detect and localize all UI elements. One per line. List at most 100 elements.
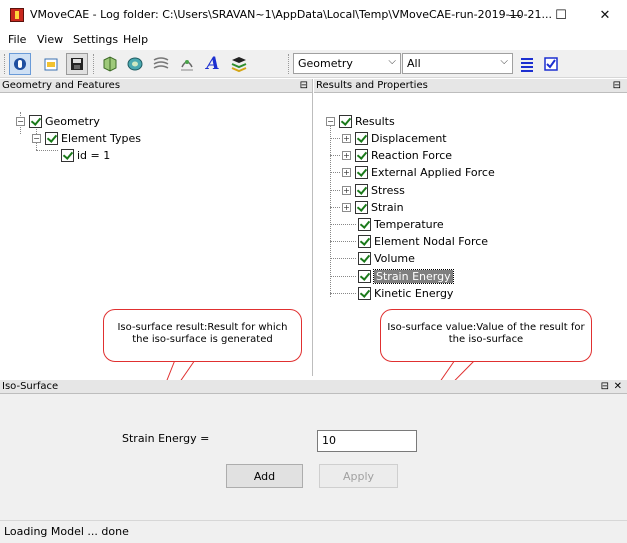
menu-view[interactable]: View	[37, 33, 63, 46]
restore-panel-icon[interactable]: ⊟	[601, 380, 609, 394]
tree-item-result[interactable]: Strain Energy	[358, 268, 454, 284]
tree-item-geometry[interactable]: − Geometry	[16, 113, 100, 129]
tree-item-label: Kinetic Energy	[374, 286, 454, 300]
geometry-panel: Geometry and Features ⊟ − Geometry − Ele…	[0, 79, 313, 376]
save-icon[interactable]	[66, 53, 88, 75]
tree-item-label: Element Nodal Force	[374, 234, 489, 248]
tree-item-results[interactable]: − Results	[326, 113, 395, 129]
tree-item-result[interactable]: + Reaction Force	[342, 147, 452, 163]
minimize-button[interactable]: —	[493, 0, 537, 30]
tree-item-id-1[interactable]: id = 1	[61, 147, 110, 163]
geometry-checkbox[interactable]	[29, 114, 42, 128]
close-panel-icon[interactable]: ✕	[614, 380, 622, 394]
result-checkbox[interactable]	[355, 183, 368, 197]
tree-item-result[interactable]: Temperature	[358, 216, 444, 232]
tree-item-result[interactable]: Element Nodal Force	[358, 233, 488, 249]
add-button[interactable]: Add	[226, 464, 303, 488]
expand-icon[interactable]: +	[342, 133, 351, 143]
expand-icon[interactable]: +	[342, 202, 351, 212]
window-title: VMoveCAE - Log folder: C:\Users\SRAVAN~1…	[30, 8, 553, 21]
collapse-icon[interactable]: −	[32, 133, 41, 143]
results-panel-title: Results and Properties	[316, 80, 428, 91]
menu-file[interactable]: File	[8, 33, 26, 46]
tree-item-result[interactable]: Volume	[358, 250, 415, 266]
results-checkbox[interactable]	[339, 114, 352, 128]
open-file-icon[interactable]	[9, 53, 31, 75]
result-checkbox[interactable]	[358, 234, 371, 248]
result-checkbox[interactable]	[358, 269, 371, 283]
iso-surface-header: Iso-Surface ⊟ ✕	[0, 380, 627, 394]
results-panel-header: Results and Properties ⊟	[314, 79, 627, 93]
tree-item-label: Volume	[374, 251, 415, 265]
geometry-icon[interactable]	[99, 53, 121, 75]
tree-item-label: Reaction Force	[371, 148, 453, 162]
result-checkbox[interactable]	[355, 165, 368, 179]
tree-item-element-types[interactable]: − Element Types	[32, 130, 141, 146]
entity-type-select[interactable]: Geometry ⌵	[293, 53, 401, 74]
iso-surface-panel: Iso-Surface ⊟ ✕ Strain Energy = 10 Add A…	[0, 380, 627, 520]
toolbar-separator	[93, 54, 95, 74]
shaded-model-icon[interactable]	[124, 53, 146, 75]
element-types-checkbox[interactable]	[45, 131, 58, 145]
restore-panel-icon[interactable]: ⊟	[613, 79, 621, 93]
contour-icon[interactable]	[150, 53, 172, 75]
collapse-icon[interactable]: −	[16, 116, 25, 126]
tree-item-result[interactable]: + Displacement	[342, 130, 447, 146]
tree-item-label: Element Types	[61, 131, 142, 145]
results-tree: − Results + Displacement + Reaction Force + E…	[314, 93, 627, 376]
tree-item-label: Strain Energy	[373, 268, 454, 284]
tree-item-result[interactable]: + Strain	[342, 199, 404, 215]
toolbar-separator	[288, 54, 290, 74]
tree-item-label: Displacement	[371, 131, 447, 145]
expand-icon[interactable]: +	[342, 185, 351, 195]
text-annotation-icon[interactable]: A	[202, 53, 224, 75]
list-view-icon[interactable]	[516, 53, 538, 75]
menu-help[interactable]: Help	[123, 33, 148, 46]
toolbar: A Geometry ⌵ All ⌵	[0, 50, 627, 78]
menu-bar: File View Settings Help	[0, 30, 627, 50]
entity-filter-value: All	[407, 57, 421, 70]
close-button[interactable]: ✕	[583, 0, 627, 30]
tree-item-label: External Applied Force	[371, 165, 495, 179]
status-bar: Loading Model ... done	[0, 520, 627, 543]
tree-item-result[interactable]: Kinetic Energy	[358, 285, 453, 301]
tree-item-label: Stress	[371, 183, 405, 197]
result-checkbox[interactable]	[358, 217, 371, 231]
title-bar: VMoveCAE - Log folder: C:\Users\SRAVAN~1…	[0, 0, 627, 30]
result-checkbox[interactable]	[355, 131, 368, 145]
menu-settings[interactable]: Settings	[73, 33, 118, 46]
iso-value-input[interactable]: 10	[317, 430, 417, 452]
chevron-down-icon: ⌵	[388, 56, 396, 67]
tree-item-label: id = 1	[77, 148, 111, 162]
collapse-icon[interactable]: −	[326, 116, 335, 126]
check-all-icon[interactable]	[540, 53, 562, 75]
tree-item-label: Geometry	[45, 114, 100, 128]
result-checkbox[interactable]	[355, 200, 368, 214]
layers-icon[interactable]	[228, 53, 250, 75]
toolbar-grip	[4, 54, 6, 74]
expand-icon[interactable]: +	[342, 167, 351, 177]
result-checkbox[interactable]	[355, 148, 368, 162]
open-folder-icon[interactable]	[40, 53, 62, 75]
expand-icon[interactable]: +	[342, 150, 351, 160]
tree-item-label: Strain	[371, 200, 404, 214]
geometry-panel-title: Geometry and Features	[2, 80, 121, 91]
result-checkbox[interactable]	[358, 251, 371, 265]
iso-surface-icon[interactable]	[176, 53, 198, 75]
maximize-button[interactable]: ☐	[539, 0, 583, 30]
iso-surface-title: Iso-Surface	[2, 381, 59, 392]
apply-button[interactable]: Apply	[319, 464, 398, 488]
chevron-down-icon: ⌵	[500, 56, 508, 67]
tree-item-result[interactable]: + Stress	[342, 182, 405, 198]
results-panel: Results and Properties ⊟ − Results + Disp…	[314, 79, 627, 376]
id-1-checkbox[interactable]	[61, 148, 74, 162]
result-checkbox[interactable]	[358, 286, 371, 300]
iso-result-label: Strain Energy =	[122, 432, 210, 445]
restore-panel-icon[interactable]: ⊟	[300, 79, 308, 93]
entity-filter-select[interactable]: All ⌵	[402, 53, 513, 74]
tree-item-result[interactable]: + External Applied Force	[342, 164, 495, 180]
geometry-tree: − Geometry − Element Types id = 1	[0, 93, 312, 376]
geometry-panel-header: Geometry and Features ⊟	[0, 79, 312, 93]
app-logo-icon	[10, 8, 24, 22]
entity-type-value: Geometry	[298, 57, 353, 70]
